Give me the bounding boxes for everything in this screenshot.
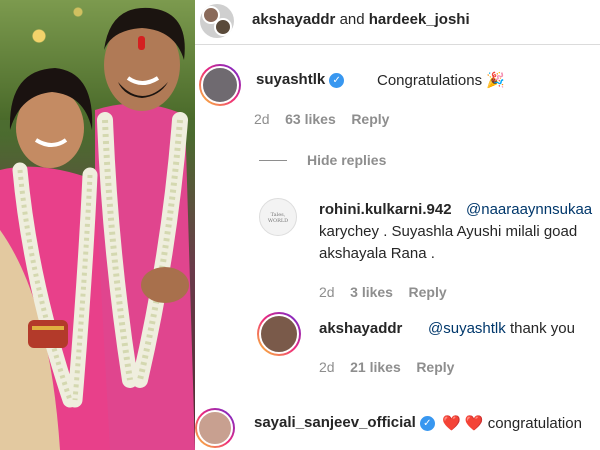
header-and: and: [339, 11, 365, 28]
comment-2-mention[interactable]: @naaraaynnsukaa: [466, 201, 592, 218]
header-divider: [195, 44, 600, 45]
avatar-suyashtlk[interactable]: [199, 64, 241, 106]
comment-4-username[interactable]: sayali_sanjeev_official ✓: [254, 414, 435, 431]
verified-icon: ✓: [329, 72, 345, 88]
comment-1-username[interactable]: suyashtlk ✓: [256, 71, 345, 88]
avatar-akshayaddr[interactable]: [257, 312, 301, 356]
comment-1-text: Congratulations 🎉: [377, 72, 505, 89]
hearts-icon: ❤️ ❤️: [442, 415, 484, 432]
comment-3-likes[interactable]: 21 likes: [350, 359, 401, 375]
header-user1[interactable]: akshayaddr: [252, 11, 335, 28]
avatar-sayali[interactable]: [195, 408, 235, 448]
comments-panel: akshayaddr and hardeek_joshi suyashtlk ✓ …: [195, 0, 600, 450]
header-usernames[interactable]: akshayaddr and hardeek_joshi: [252, 11, 470, 28]
comment-3-username[interactable]: akshayaddr: [319, 320, 402, 337]
couple-illustration: [0, 7, 195, 450]
comment-2-username[interactable]: rohini.kulkarni.942: [319, 201, 452, 218]
header-user2[interactable]: hardeek_joshi: [369, 11, 470, 28]
comment-3-text: @suyashtlk thank you: [428, 320, 575, 337]
comment-2-reply[interactable]: Reply: [409, 284, 447, 300]
comment-2-time: 2d: [319, 284, 335, 300]
comment-4-text: ❤️ ❤️ congratulation: [442, 415, 582, 432]
comment-1-time: 2d: [254, 111, 270, 127]
group-avatar[interactable]: [200, 4, 234, 38]
comment-2-likes[interactable]: 3 likes: [350, 284, 393, 300]
comment-3-reply[interactable]: Reply: [416, 359, 454, 375]
comment-1-reply[interactable]: Reply: [351, 111, 389, 127]
comment-3-mention[interactable]: @suyashtlk: [428, 320, 506, 337]
post-photo: [0, 0, 195, 450]
verified-icon: ✓: [419, 415, 435, 431]
hide-replies-line: [259, 160, 287, 161]
hide-replies-button[interactable]: Hide replies: [307, 152, 386, 168]
comment-3-time: 2d: [319, 359, 335, 375]
comment-2-line2: karychey . Suyashla Ayushi milali goad: [319, 223, 578, 240]
comment-1-meta: 2d 63 likes Reply: [254, 111, 389, 127]
comment-2-meta: 2d 3 likes Reply: [319, 284, 447, 300]
comment-3-meta: 2d 21 likes Reply: [319, 359, 454, 375]
comment-2-line3: akshayala Rana .: [319, 245, 435, 262]
avatar-rohini[interactable]: Tales, WORLD: [259, 198, 297, 236]
comment-1-likes[interactable]: 63 likes: [285, 111, 336, 127]
party-icon: 🎉: [486, 72, 505, 89]
